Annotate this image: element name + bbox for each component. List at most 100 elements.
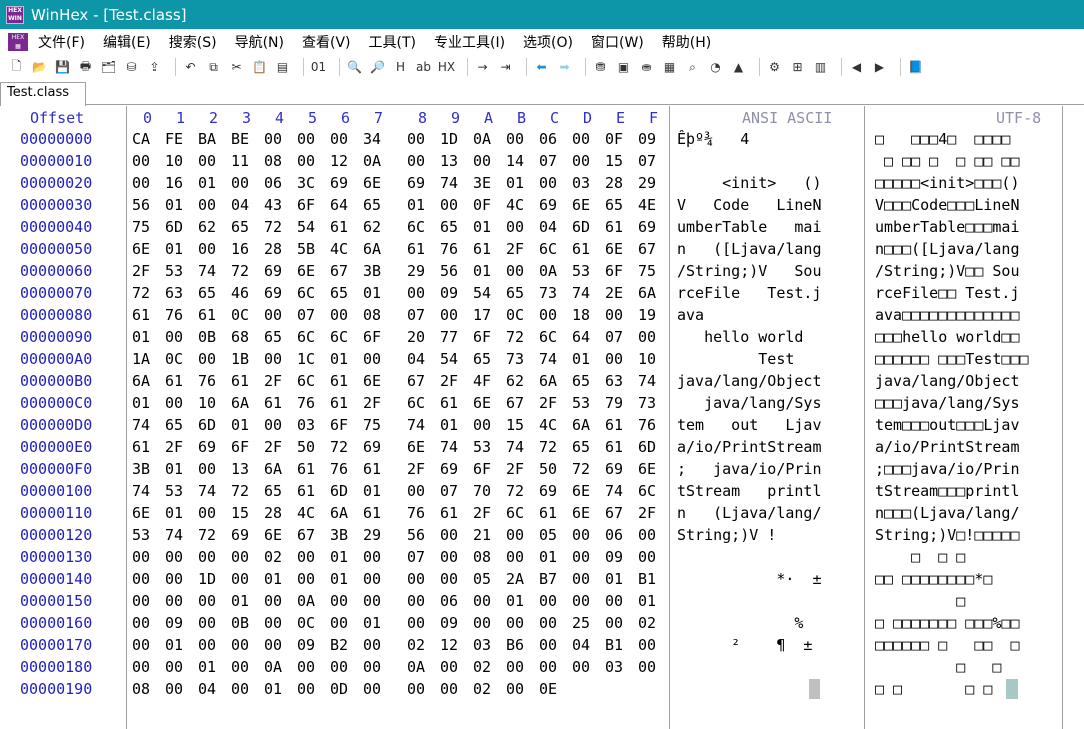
hex-byte[interactable]: 00 (132, 592, 150, 610)
hex-byte[interactable]: 67 (407, 372, 425, 390)
hex-byte[interactable]: 3C (297, 174, 315, 192)
hex-byte[interactable]: B7 (539, 570, 557, 588)
utf8-text-row[interactable]: □ □□ □ □ □□ □□ (875, 152, 1019, 170)
hex-byte[interactable]: 06 (264, 174, 282, 192)
hex-byte[interactable]: 6D (572, 218, 590, 236)
hex-byte[interactable]: 06 (440, 592, 458, 610)
hex-byte[interactable]: 00 (198, 504, 216, 522)
help-book-icon[interactable]: 📘 (907, 59, 924, 76)
hex-byte[interactable]: 69 (539, 196, 557, 214)
hex-byte[interactable]: 02 (473, 658, 491, 676)
hex-byte[interactable]: 6C (297, 328, 315, 346)
hex-byte[interactable]: 00 (297, 130, 315, 148)
hex-byte[interactable]: 2A (506, 570, 524, 588)
ansi-text-row[interactable]: n (Ljava/lang/ (677, 504, 822, 522)
ansi-text-row[interactable]: V Code LineN (677, 196, 822, 214)
hex-byte[interactable]: 62 (506, 372, 524, 390)
hex-byte[interactable]: 74 (132, 416, 150, 434)
hex-byte[interactable]: 74 (132, 482, 150, 500)
hex-byte[interactable]: 00 (198, 240, 216, 258)
mask-icon[interactable]: ▲ (730, 59, 747, 76)
properties-icon[interactable]: 🗂 (100, 59, 117, 76)
hex-byte[interactable]: 74 (638, 372, 656, 390)
hex-byte[interactable]: 65 (330, 284, 348, 302)
ansi-text-row[interactable] (677, 658, 822, 676)
hex-byte[interactable]: 74 (506, 438, 524, 456)
hex-byte[interactable]: 5B (297, 240, 315, 258)
back-icon[interactable]: ⬅ (533, 59, 550, 76)
ansi-text-row[interactable]: % (677, 614, 822, 632)
hex-byte[interactable]: 2E (605, 284, 623, 302)
hex-byte[interactable]: 6C (539, 328, 557, 346)
hex-byte[interactable]: 11 (231, 152, 249, 170)
hex-byte[interactable]: 28 (605, 174, 623, 192)
hex-byte[interactable]: 6E (363, 372, 381, 390)
hex-byte[interactable]: 65 (264, 328, 282, 346)
hex-byte[interactable]: 00 (440, 196, 458, 214)
hex-byte[interactable]: 6A (572, 416, 590, 434)
utf8-text-row[interactable]: □□□java/lang/Sys (875, 394, 1020, 412)
paste-special-icon[interactable]: ▤ (274, 59, 291, 76)
hex-byte[interactable]: 69 (264, 284, 282, 302)
hex-byte[interactable]: 69 (363, 438, 381, 456)
hex-byte[interactable]: 6D (330, 482, 348, 500)
hex-byte[interactable]: 72 (198, 526, 216, 544)
hex-byte[interactable]: 01 (506, 174, 524, 192)
menu-file[interactable]: 文件(F) (38, 32, 85, 52)
utf8-text-row[interactable]: □ □ □ (875, 548, 1020, 566)
hex-byte[interactable]: 6E (132, 240, 150, 258)
hex-byte[interactable]: 0F (605, 130, 623, 148)
hex-byte[interactable]: 00 (297, 570, 315, 588)
hex-byte[interactable]: 00 (165, 658, 183, 676)
hex-byte[interactable]: 00 (297, 548, 315, 566)
utf8-text-row[interactable]: java/lang/Object (875, 372, 1020, 390)
hex-byte[interactable]: 00 (572, 658, 590, 676)
hex-byte[interactable]: 6A (330, 504, 348, 522)
hex-byte[interactable]: 00 (572, 592, 590, 610)
hex-byte[interactable]: 01 (363, 614, 381, 632)
menu-window[interactable]: 窗口(W) (591, 32, 644, 52)
menu-specialist-tools[interactable]: 专业工具(I) (434, 32, 505, 52)
hex-byte[interactable]: 4E (638, 196, 656, 214)
hex-byte[interactable]: 01 (330, 350, 348, 368)
hex-byte[interactable]: 61 (297, 460, 315, 478)
hex-byte[interactable]: 61 (605, 218, 623, 236)
hex-byte[interactable]: 00 (407, 152, 425, 170)
utf8-text-row[interactable]: □ (875, 592, 1020, 610)
hex-byte[interactable]: 54 (440, 350, 458, 368)
hex-byte[interactable]: 01 (198, 174, 216, 192)
hex-byte[interactable]: 1D (198, 570, 216, 588)
hex-byte[interactable]: 00 (638, 526, 656, 544)
utf8-text-row[interactable]: □ □ □ □ (875, 680, 1020, 698)
hex-byte[interactable]: 00 (638, 548, 656, 566)
hex-byte[interactable]: 00 (539, 592, 557, 610)
hex-byte[interactable]: 29 (638, 174, 656, 192)
hex-byte[interactable]: 6F (330, 416, 348, 434)
utf8-text-row[interactable]: ava□□□□□□□□□□□□□ (875, 306, 1020, 324)
ansi-text-row[interactable]: ² ¶ ± (677, 636, 822, 654)
utf8-text-row[interactable]: tem□□□out□□□Ljav (875, 416, 1020, 434)
hex-byte[interactable]: 2F (264, 372, 282, 390)
hex-byte[interactable]: 67 (297, 526, 315, 544)
hex-byte[interactable]: 74 (440, 438, 458, 456)
menu-view[interactable]: 查看(V) (302, 32, 351, 52)
hex-byte[interactable]: 00 (330, 658, 348, 676)
hex-byte[interactable]: 75 (638, 262, 656, 280)
hex-byte[interactable]: 00 (198, 350, 216, 368)
hex-byte[interactable]: 02 (473, 680, 491, 698)
hex-byte[interactable]: 02 (407, 636, 425, 654)
ansi-text-row[interactable]: n ([Ljava/lang (677, 240, 822, 258)
hex-byte[interactable]: 72 (539, 438, 557, 456)
hex-byte[interactable]: 0A (297, 592, 315, 610)
hex-byte[interactable]: 09 (638, 130, 656, 148)
hex-byte[interactable]: 0C (297, 614, 315, 632)
hex-byte[interactable]: 01 (363, 482, 381, 500)
hex-byte[interactable]: 20 (407, 328, 425, 346)
hex-byte[interactable]: 29 (407, 262, 425, 280)
hex-byte[interactable]: 2F (407, 460, 425, 478)
hex-byte[interactable]: 6E (297, 262, 315, 280)
hex-byte[interactable]: B6 (506, 636, 524, 654)
hex-byte[interactable]: 08 (132, 680, 150, 698)
hex-byte[interactable]: 1B (231, 350, 249, 368)
forward-icon[interactable]: ➡ (556, 59, 573, 76)
